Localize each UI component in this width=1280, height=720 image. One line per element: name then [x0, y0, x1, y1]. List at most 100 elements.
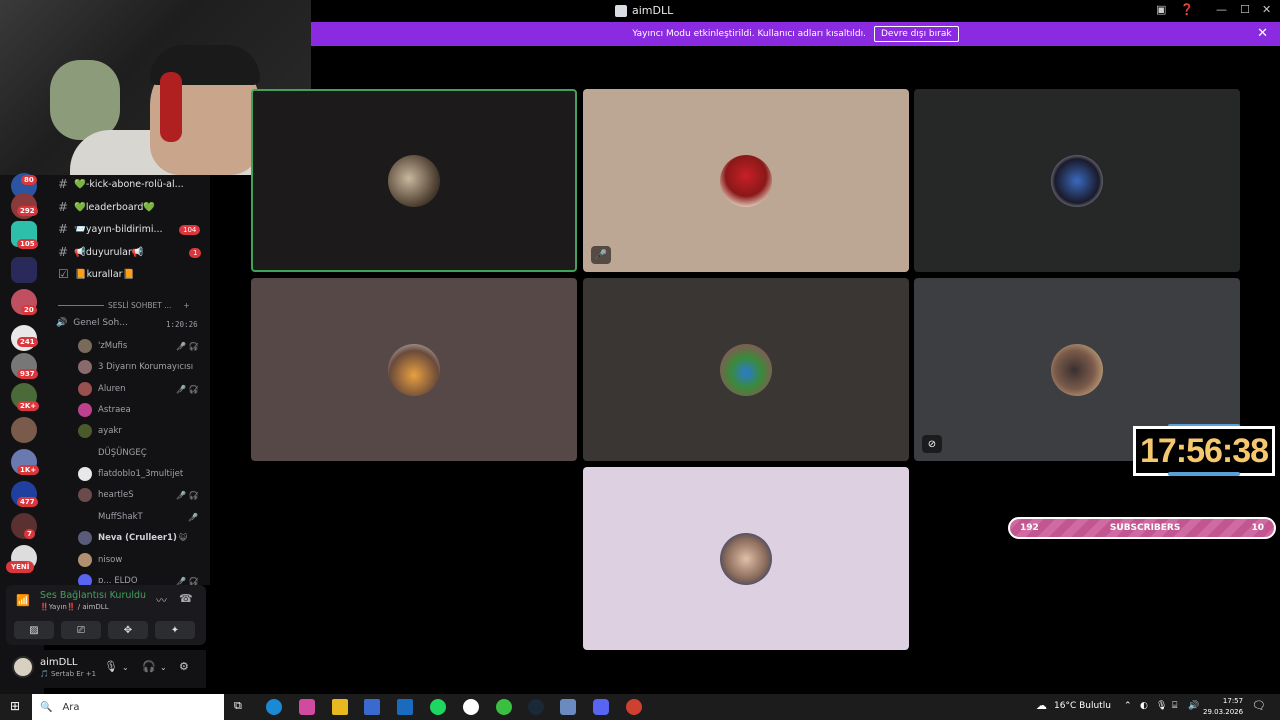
avatar [78, 510, 92, 524]
avatar [78, 403, 92, 417]
voice-user[interactable]: flatdoblo1_3multijet [78, 466, 183, 482]
voice-channel-path[interactable]: ‼️Yayın‼️ / aimDLL [40, 603, 109, 611]
server-badge: 7 [24, 529, 35, 539]
xbox-icon[interactable] [496, 699, 512, 715]
voice-user[interactable]: heartleS [78, 487, 134, 503]
channel-hash-icon: # [58, 200, 69, 214]
server-badge: 1K+ [17, 465, 40, 475]
user-name[interactable]: aimDLL [40, 657, 78, 668]
help-icon[interactable]: ❓ [1180, 3, 1194, 16]
server-badge: 937 [17, 369, 38, 379]
voice-user[interactable]: MuffShakT [78, 509, 143, 525]
taskbar-clock[interactable]: 17:57 29.03.2026 [1203, 696, 1243, 718]
soundboard-icon: ✦ [170, 624, 180, 636]
channel-item[interactable]: # 📢duyurular📢 [58, 245, 144, 259]
channel-list: # 💚-kick-abone-rolü-al... # 💚leaderboard… [44, 175, 210, 585]
server-badge: 105 [17, 239, 38, 249]
inbox-icon[interactable]: ▣ [1156, 3, 1166, 16]
streamer-mode-banner: Yayıncı Modu etkinleştirildi. Kullanıcı … [311, 22, 1280, 46]
voice-user-name: Astraea [98, 405, 131, 415]
folder-icon[interactable] [11, 257, 37, 283]
user-avatar[interactable] [12, 656, 34, 678]
maximize-button[interactable]: ☐ [1240, 3, 1250, 16]
voice-category[interactable]: SESLİ SOHBET ... + [58, 301, 204, 310]
windows-start-icon[interactable]: ⊞ [10, 699, 20, 713]
category-label: SESLİ SOHBET ... [108, 301, 172, 310]
disconnect-icon[interactable]: ☎ [179, 592, 193, 605]
edge-icon[interactable] [266, 699, 282, 715]
app-icon[interactable] [560, 699, 576, 715]
activities-button[interactable]: ✥ [108, 621, 148, 639]
speaker-icon: 🔊 [56, 318, 68, 328]
add-channel-icon[interactable]: + [183, 301, 189, 310]
subs-goal: 10 [1251, 523, 1264, 533]
voice-user[interactable]: ayakr [78, 423, 122, 439]
headphones-icon[interactable]: 🎧 [142, 660, 156, 673]
video-tile[interactable] [583, 278, 909, 461]
voice-status-text[interactable]: Ses Bağlantısı Kuruldu [40, 590, 146, 601]
tray-icon[interactable]: ◐ [1140, 701, 1148, 711]
voice-user[interactable]: ɒ... ELDO [78, 573, 138, 585]
network-icon[interactable]: ⌸ [1172, 701, 1177, 711]
mic-off-icon: 🎤 [591, 246, 611, 264]
channel-item[interactable]: # 💚leaderboard💚 [58, 200, 155, 214]
server-icon[interactable] [11, 417, 37, 443]
banner-close-icon[interactable]: ✕ [1257, 26, 1268, 41]
voice-user[interactable]: Neva (Crulleer1) [78, 530, 177, 546]
voice-user[interactable]: nisow [78, 552, 122, 568]
microphone-icon[interactable]: 🎙 [104, 660, 118, 673]
notifications-icon[interactable]: 🗨 [1252, 699, 1266, 712]
volume-icon[interactable]: 🔊 [1188, 701, 1199, 711]
camera-off-button[interactable]: ▨ [14, 621, 54, 639]
close-window-button[interactable]: ✕ [1262, 3, 1271, 16]
video-tile[interactable] [251, 278, 577, 461]
channel-item[interactable]: # 💚-kick-abone-rolü-al... [58, 177, 184, 191]
voice-user-name: 'zMufis [98, 341, 128, 351]
mute-icon: 🎤̸ [188, 513, 198, 522]
subs-label: SUBSCRIBERS [1109, 523, 1181, 533]
subscribers-bar: 192 SUBSCRIBERS 10 [1008, 517, 1276, 539]
voice-user[interactable]: 'zMufis [78, 338, 127, 354]
video-tile[interactable] [914, 89, 1240, 272]
voice-user[interactable]: Astraea [78, 402, 131, 418]
signal-icon[interactable]: 📶 [16, 594, 30, 607]
steam-icon[interactable] [528, 699, 544, 715]
avatar [78, 360, 92, 374]
microphone-tray-icon[interactable]: 🎙 [1156, 701, 1167, 711]
tray-chevron-icon[interactable]: ⌃ [1124, 701, 1132, 711]
spotify-icon[interactable] [430, 699, 446, 715]
store-icon[interactable] [364, 699, 380, 715]
channel-item[interactable]: # 📨yayın-bildirimi... [58, 222, 163, 236]
voice-user-name: Neva (Crulleer1) [98, 533, 177, 543]
discord-icon[interactable] [593, 699, 609, 715]
user-panel: aimDLL 🎵 Sertab Er +1 🎙 ⌄ 🎧 ⌄ ⚙ [6, 650, 206, 688]
screen-share-button[interactable]: ⎚ [61, 621, 101, 639]
video-tile[interactable]: 🎤 [583, 89, 909, 272]
weather-text[interactable]: 16°C Bulutlu [1054, 701, 1111, 711]
noise-suppression-icon[interactable]: 〰 [156, 592, 167, 608]
minimize-button[interactable]: — [1216, 3, 1227, 16]
video-tile[interactable] [583, 467, 909, 650]
voice-user-name: DÜŞÜNGEÇ [98, 448, 147, 458]
settings-gear-icon[interactable]: ⚙ [179, 660, 189, 673]
chevron-down-icon[interactable]: ⌄ [160, 663, 167, 672]
mail-icon[interactable] [397, 699, 413, 715]
task-view-icon[interactable]: ⧉ [234, 699, 242, 713]
channel-item[interactable]: ☑ 📙kurallar📙 [58, 267, 134, 281]
taskbar-search[interactable]: 🔍 Ara [32, 694, 224, 720]
copilot-icon[interactable] [299, 699, 315, 715]
channel-name: 📙kurallar📙 [74, 268, 135, 280]
video-tile[interactable] [251, 89, 577, 272]
voice-user[interactable]: 3 Diyarın Korumayıcısı [78, 359, 193, 375]
avatar [388, 343, 440, 396]
server-badge: 80 [21, 175, 37, 185]
voice-user[interactable]: DÜŞÜNGEÇ [78, 445, 147, 461]
avatar [78, 446, 92, 460]
chevron-down-icon[interactable]: ⌄ [122, 663, 129, 672]
file-explorer-icon[interactable] [332, 699, 348, 715]
voice-user[interactable]: Aluren [78, 381, 126, 397]
chrome-icon[interactable] [626, 699, 642, 715]
obs-icon[interactable] [463, 699, 479, 715]
soundboard-button[interactable]: ✦ [155, 621, 195, 639]
disable-streamer-mode-button[interactable]: Devre dışı bırak [873, 26, 959, 42]
